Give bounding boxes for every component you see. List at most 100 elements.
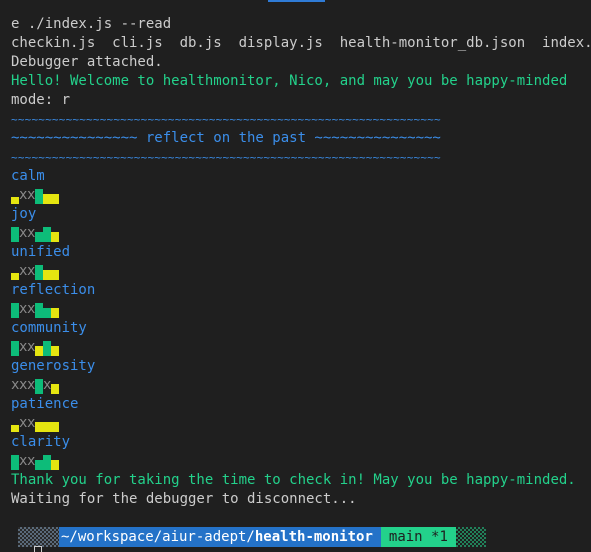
score-bar-fill: [35, 189, 43, 204]
category-label: joy: [11, 206, 37, 222]
score-bar-fill: [43, 422, 51, 432]
score-bar-fill: [43, 227, 51, 242]
score-bar: [43, 186, 51, 205]
score-bar: [35, 338, 43, 357]
score-bar-fill: [51, 308, 59, 318]
category-history-bars: xx: [11, 414, 591, 433]
score-bar-fill: [43, 341, 51, 356]
score-bar-fill: [43, 308, 51, 318]
score-bar: [35, 262, 43, 281]
score-bar-fill: [11, 341, 19, 356]
missed-checkin-mark: x: [27, 187, 36, 203]
score-bar: [11, 414, 19, 433]
score-bar-fill: [51, 422, 59, 432]
score-bar-fill: [11, 455, 19, 470]
score-bar-fill: [51, 384, 59, 394]
separator-line: ~~~~~~~~~~~~~~~~~~~~~~~~~~~~~~~~~~~~~~~~…: [11, 113, 441, 126]
category-label: unified: [11, 244, 71, 260]
score-bar-fill: [43, 455, 51, 470]
score-bar: [51, 376, 59, 395]
score-bar: [51, 186, 59, 205]
output-line: mode: r: [11, 92, 71, 108]
score-bar: [11, 186, 19, 205]
score-bar-fill: [51, 270, 59, 280]
score-bar-fill: [35, 379, 43, 394]
category-label: patience: [11, 396, 79, 412]
category-label: clarity: [11, 434, 71, 450]
score-bar-fill: [11, 425, 19, 432]
score-bar: [43, 300, 51, 319]
score-bar-fill: [35, 232, 43, 242]
missed-checkin-mark: x: [27, 339, 36, 355]
score-bar: [51, 452, 59, 471]
score-bar-fill: [35, 422, 43, 432]
missed-checkin-mark: x: [11, 377, 20, 393]
missed-checkin-mark: x: [27, 225, 36, 241]
missed-checkin-mark: x: [27, 415, 36, 431]
output-line: Waiting for the debugger to disconnect..…: [11, 491, 357, 507]
score-bar-fill: [51, 460, 59, 470]
score-bar: [51, 300, 59, 319]
score-bar: [43, 338, 51, 357]
score-bar-fill: [43, 270, 51, 280]
category-label: generosity: [11, 358, 96, 374]
score-bar: [11, 300, 19, 319]
missed-checkin-mark: x: [27, 301, 36, 317]
score-bar: [11, 452, 19, 471]
score-bar-fill: [11, 273, 19, 280]
score-bar: [11, 338, 19, 357]
category-label: reflection: [11, 282, 96, 298]
category-history-bars: xx: [11, 262, 591, 281]
prompt-decoration-right: [455, 527, 486, 547]
score-bar-fill: [35, 265, 43, 280]
score-bar-fill: [35, 460, 43, 470]
reflect-heading: ~~~~~~~~~~~~~~~ reflect on the past ~~~~…: [11, 130, 441, 146]
score-bar: [51, 414, 59, 433]
output-line: checkin.js cli.js db.js display.js healt…: [11, 35, 591, 51]
prompt-path-prefix: ~/workspace/aiur-adept/: [61, 529, 255, 545]
prompt-git-branch: main *1: [380, 527, 456, 547]
score-bar: [35, 186, 43, 205]
terminal-cursor[interactable]: [34, 546, 42, 552]
score-bar: [11, 224, 19, 243]
missed-checkin-mark: x: [27, 377, 36, 393]
score-bar-fill: [11, 303, 19, 318]
missed-checkin-mark: x: [19, 225, 28, 241]
missed-checkin-mark: x: [43, 377, 52, 393]
category-history-bars: xx: [11, 338, 591, 357]
prompt-path-current: health-monitor: [254, 529, 373, 545]
score-bar-fill: [43, 194, 51, 204]
active-tab-indicator: [268, 0, 325, 2]
category-label: calm: [11, 168, 45, 184]
score-bar: [35, 224, 43, 243]
shell-prompt: ~/workspace/aiur-adept/health-monitor ma…: [18, 527, 486, 547]
score-bar: [35, 376, 43, 395]
output-line: Debugger attached.: [11, 54, 163, 70]
separator-line: ~~~~~~~~~~~~~~~~~~~~~~~~~~~~~~~~~~~~~~~~…: [11, 151, 441, 164]
score-bar: [51, 262, 59, 281]
category-history-bars: xxxx: [11, 376, 591, 395]
score-bar-fill: [51, 232, 59, 242]
score-bar-fill: [51, 194, 59, 204]
missed-checkin-mark: x: [19, 377, 28, 393]
missed-checkin-mark: x: [27, 453, 36, 469]
score-bar: [35, 300, 43, 319]
missed-checkin-mark: x: [19, 301, 28, 317]
prompt-decoration-left: [18, 527, 59, 547]
output-line: Thank you for taking the time to check i…: [11, 472, 576, 488]
score-bar-fill: [11, 227, 19, 242]
missed-checkin-mark: x: [19, 415, 28, 431]
score-bar: [35, 452, 43, 471]
score-bar: [11, 262, 19, 281]
score-bar-fill: [35, 346, 43, 356]
category-history-bars: xx: [11, 452, 591, 471]
score-bar: [43, 452, 51, 471]
category-history-bars: xx: [11, 224, 591, 243]
missed-checkin-mark: x: [19, 453, 28, 469]
prompt-path-segment: ~/workspace/aiur-adept/health-monitor: [59, 527, 381, 547]
score-bar: [43, 414, 51, 433]
missed-checkin-mark: x: [19, 263, 28, 279]
category-label: community: [11, 320, 87, 336]
output-line: e ./index.js --read: [11, 16, 172, 32]
category-history-bars: xx: [11, 186, 591, 205]
